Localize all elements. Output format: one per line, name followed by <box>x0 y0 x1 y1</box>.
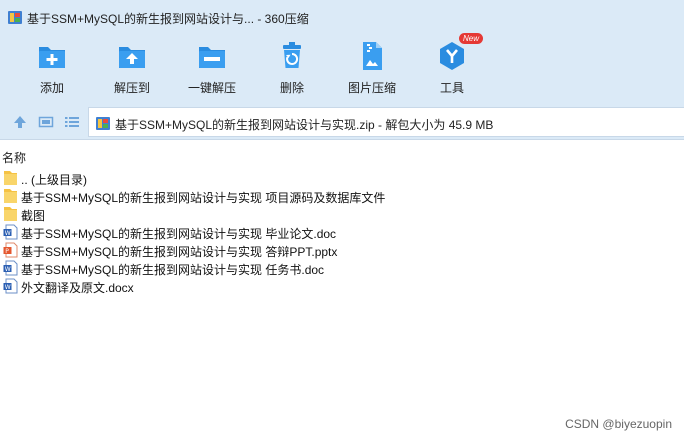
add-button[interactable]: 添加 <box>17 38 87 100</box>
delete-icon <box>283 42 301 68</box>
title-bar: 基于SSM+MySQL的新生报到网站设计与... - 360压缩 <box>0 0 684 34</box>
delete-label: 删除 <box>279 81 304 95</box>
archive-app-icon <box>8 11 22 24</box>
thumbnail-view-icon[interactable] <box>38 114 54 130</box>
file-name: 基于SSM+MySQL的新生报到网站设计与实现 毕业论文.doc <box>21 227 337 241</box>
up-level-icon[interactable] <box>12 114 28 130</box>
file-name: 基于SSM+MySQL的新生报到网站设计与实现 答辩PPT.pptx <box>21 245 338 259</box>
svg-text:W: W <box>5 266 11 273</box>
new-badge: New <box>459 33 484 44</box>
file-name: .. (上级目录) <box>21 173 87 187</box>
file-row-thesis-doc[interactable]: W 基于SSM+MySQL的新生报到网站设计与实现 毕业论文.doc <box>3 223 423 241</box>
svg-text:W: W <box>5 230 11 237</box>
file-row-defense-ppt[interactable]: P 基于SSM+MySQL的新生报到网站设计与实现 答辩PPT.pptx <box>3 241 423 259</box>
add-label: 添加 <box>39 81 64 95</box>
folder-icon <box>4 207 17 221</box>
powerpoint-document-icon: P <box>3 242 18 258</box>
tools-icon <box>440 42 464 70</box>
one-click-extract-icon <box>199 47 225 68</box>
word-document-icon: W <box>3 278 18 294</box>
folder-icon <box>4 171 17 185</box>
svg-text:W: W <box>5 284 11 291</box>
address-bar: 基于SSM+MySQL的新生报到网站设计与实现.zip - 解包大小为 45.9… <box>0 102 684 140</box>
word-document-icon: W <box>3 224 18 240</box>
file-row-screenshots-folder[interactable]: 截图 <box>3 205 423 223</box>
delete-button[interactable]: 删除 <box>257 38 327 100</box>
main-toolbar: 添加 解压到 一键解压 删除 图片压缩 New 工具 <box>0 33 684 102</box>
image-compress-label: 图片压缩 <box>347 81 396 95</box>
list-view-icon[interactable] <box>64 114 80 130</box>
extract-to-button[interactable]: 解压到 <box>97 38 167 100</box>
file-name: 外文翻译及原文.docx <box>21 281 134 295</box>
file-name: 基于SSM+MySQL的新生报到网站设计与实现 任务书.doc <box>21 263 325 277</box>
zip-file-icon <box>96 117 110 130</box>
window-title: 基于SSM+MySQL的新生报到网站设计与... - 360压缩 <box>27 12 309 26</box>
image-compress-icon <box>363 42 382 70</box>
file-name: 截图 <box>21 209 46 223</box>
file-row-translation-docx[interactable]: W 外文翻译及原文.docx <box>3 277 423 295</box>
archive-path: 基于SSM+MySQL的新生报到网站设计与实现.zip - 解包大小为 45.9… <box>115 118 494 132</box>
file-row-assignment-doc[interactable]: W 基于SSM+MySQL的新生报到网站设计与实现 任务书.doc <box>3 259 423 277</box>
column-header-name[interactable]: 名称 <box>2 149 26 166</box>
file-name: 基于SSM+MySQL的新生报到网站设计与实现 项目源码及数据库文件 <box>21 191 386 205</box>
folder-icon <box>4 189 17 203</box>
one-click-extract-button[interactable]: 一键解压 <box>177 38 247 100</box>
add-icon <box>39 47 65 68</box>
extract-to-icon <box>119 47 145 68</box>
one-click-extract-label: 一键解压 <box>187 81 236 95</box>
file-row-source-folder[interactable]: 基于SSM+MySQL的新生报到网站设计与实现 项目源码及数据库文件 <box>3 187 423 205</box>
file-list: 名称 .. (上级目录) 基于SSM+MySQL的新生报到网站设计与实现 项目源… <box>0 141 684 439</box>
image-compress-button[interactable]: 图片压缩 <box>337 38 407 100</box>
csdn-watermark: CSDN @biyezuopin <box>565 417 672 431</box>
word-document-icon: W <box>3 260 18 276</box>
path-box[interactable]: 基于SSM+MySQL的新生报到网站设计与实现.zip - 解包大小为 45.9… <box>88 107 684 137</box>
extract-to-label: 解压到 <box>113 81 150 95</box>
tools-button[interactable]: New 工具 <box>417 33 487 100</box>
tools-label: 工具 <box>439 81 464 95</box>
file-row-parent-directory[interactable]: .. (上级目录) <box>3 169 423 187</box>
svg-text:P: P <box>5 248 9 255</box>
